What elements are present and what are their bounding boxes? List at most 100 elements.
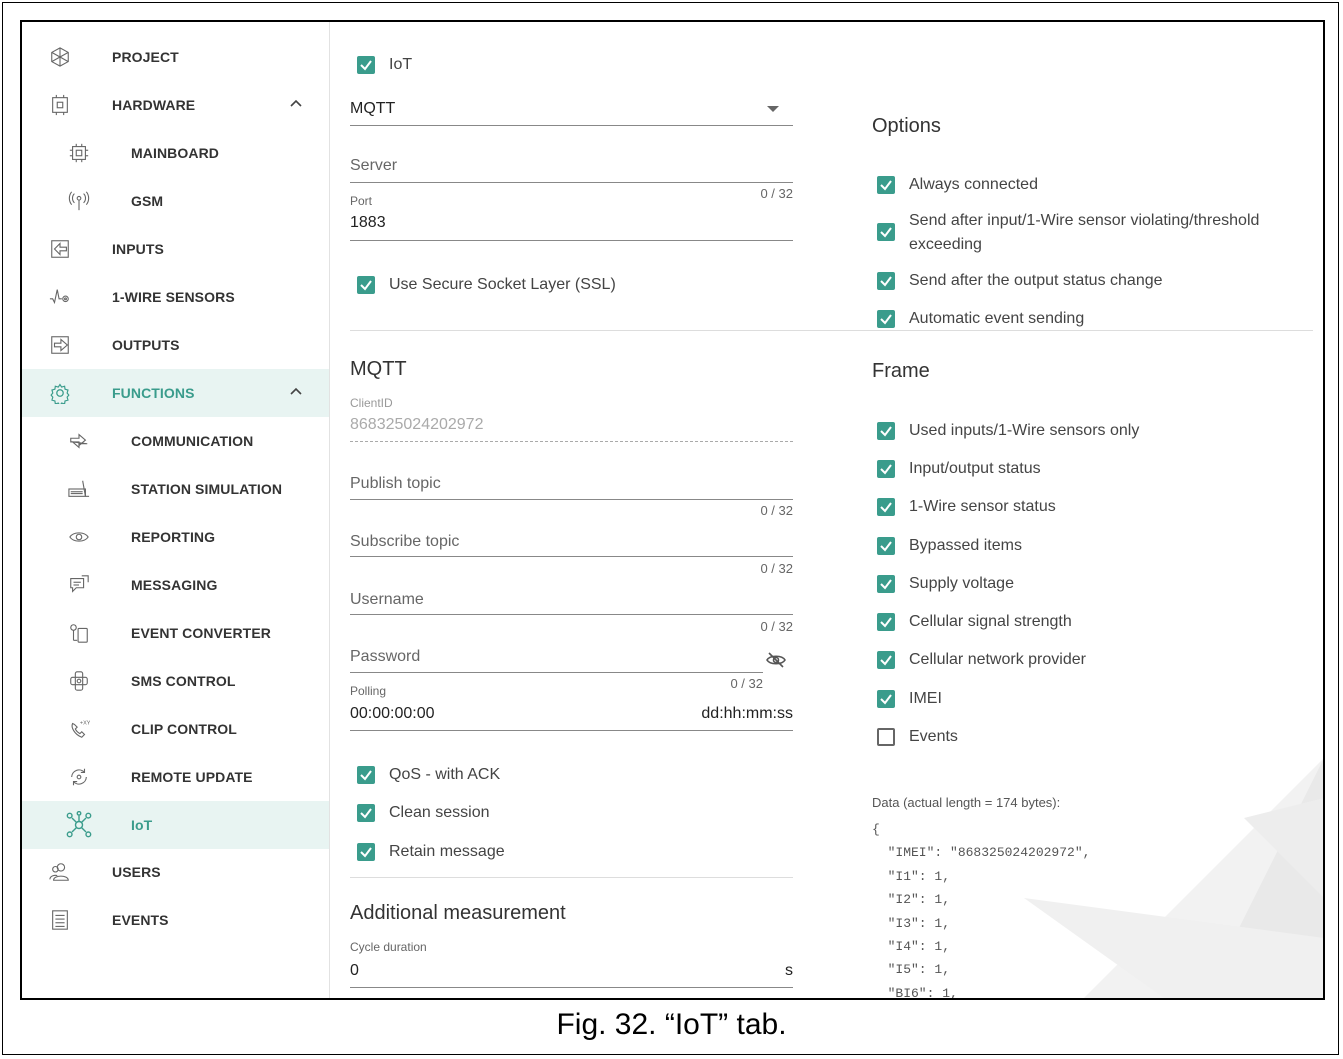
sidebar-item-clip-control[interactable]: +XYZ CLIP CONTROL (22, 705, 329, 753)
frame-label: Cellular network provider (909, 651, 1086, 668)
frame-label: IMEI (909, 690, 942, 707)
sidebar-item-label: COMMUNICATION (131, 433, 254, 449)
polling-input[interactable]: 00:00:00:00 dd:hh:mm:ss (350, 702, 793, 731)
frame-input-output-status[interactable]: Input/output status (877, 460, 1041, 481)
frame-label: Used inputs/1-Wire sensors only (909, 422, 1140, 439)
frame-label: Supply voltage (909, 575, 1014, 592)
sidebar-item-iot[interactable]: IoT (22, 801, 329, 849)
sidebar-item-station-simulation[interactable]: STATION SIMULATION (22, 465, 329, 513)
password-char-count: 0 / 32 (730, 676, 763, 691)
sidebar-item-event-converter[interactable]: EVENT CONVERTER (22, 609, 329, 657)
checkbox-checked-icon (357, 276, 375, 294)
events-icon (48, 908, 72, 932)
cycle-duration-input[interactable]: 0 s (350, 959, 793, 988)
event-converter-icon (67, 621, 91, 645)
ssl-checkbox[interactable]: Use Secure Socket Layer (SSL) (357, 276, 616, 297)
publish-char-count: 0 / 32 (760, 503, 793, 518)
frame-label: Cellular signal strength (909, 613, 1072, 630)
checkbox-unchecked-icon (877, 728, 895, 746)
sidebar-item-communication[interactable]: COMMUNICATION (22, 417, 329, 465)
data-line: "BI6": 1, (872, 985, 958, 1000)
cycle-duration-label: Cycle duration (350, 940, 427, 954)
retain-message-label: Retain message (389, 843, 505, 860)
frame-bypassed-items[interactable]: Bypassed items (877, 537, 1022, 558)
data-line: "I3": 1, (872, 915, 951, 931)
qos-checkbox[interactable]: QoS - with ACK (357, 766, 500, 787)
sidebar-item-label: REPORTING (131, 529, 216, 545)
data-length-title: Data (actual length = 174 bytes): (872, 795, 1061, 810)
sidebar-item-label: FUNCTIONS (112, 385, 195, 401)
sidebar-item-reporting[interactable]: REPORTING (22, 513, 329, 561)
option-always-connected[interactable]: Always connected (877, 176, 1317, 197)
port-value: 1883 (350, 214, 386, 231)
sidebar-item-project[interactable]: PROJECT (22, 33, 329, 81)
sidebar-item-users[interactable]: USERS (22, 848, 329, 896)
chevron-up-icon[interactable] (288, 95, 304, 111)
checkbox-checked-icon (877, 537, 895, 555)
publish-topic-input[interactable]: Publish topic (350, 472, 793, 500)
sidebar-item-messaging[interactable]: MESSAGING (22, 561, 329, 609)
chevron-up-icon[interactable] (288, 383, 304, 399)
option-send-after-output[interactable]: Send after the output status change (877, 272, 1317, 293)
server-input[interactable]: Server (350, 154, 793, 183)
frame-cellular-network-provider[interactable]: Cellular network provider (877, 651, 1086, 672)
sidebar-item-hardware[interactable]: HARDWARE (22, 81, 329, 129)
figure-caption: Fig. 32. “IoT” tab. (556, 1008, 787, 1041)
option-label: Send after input/1-Wire sensor violating… (909, 212, 1260, 253)
sidebar-item-label: INPUTS (112, 241, 164, 257)
eye-off-icon[interactable] (766, 652, 786, 668)
data-line: "IMEI": "868325024202972", (872, 845, 1091, 861)
password-label: Password (350, 648, 421, 665)
frame-imei[interactable]: IMEI (877, 690, 942, 711)
password-input[interactable]: Password (350, 645, 763, 673)
clean-session-label: Clean session (389, 804, 490, 821)
clean-session-checkbox[interactable]: Clean session (357, 804, 490, 825)
username-label: Username (350, 591, 424, 608)
sidebar-item-label: STATION SIMULATION (131, 481, 283, 497)
sidebar-item-inputs[interactable]: INPUTS (22, 225, 329, 273)
checkbox-checked-icon (877, 613, 895, 631)
sidebar-item-sms-control[interactable]: SMS CONTROL (22, 657, 329, 705)
frame-cellular-signal-strength[interactable]: Cellular signal strength (877, 613, 1072, 634)
checkbox-checked-icon (877, 422, 895, 440)
frame-supply-voltage[interactable]: Supply voltage (877, 575, 1014, 596)
sidebar-item-gsm[interactable]: GSM (22, 177, 329, 225)
cycle-duration-unit: s (785, 962, 793, 979)
main-content: IoT MQTT Server 0 / 32 Port 1883 Use Sec… (330, 22, 1323, 1000)
sidebar-item-events[interactable]: EVENTS (22, 896, 329, 944)
subscribe-topic-input[interactable]: Subscribe topic (350, 530, 793, 557)
sidebar-item-functions[interactable]: FUNCTIONS (22, 369, 329, 417)
sidebar-item-label: EVENT CONVERTER (131, 625, 271, 641)
clip-control-icon: +XYZ (67, 717, 91, 741)
username-input[interactable]: Username (350, 588, 793, 615)
sidebar-item-outputs[interactable]: OUTPUTS (22, 321, 329, 369)
sidebar-item-remote-update[interactable]: REMOTE UPDATE (22, 753, 329, 801)
options-heading: Options (872, 115, 941, 137)
checkbox-checked-icon (357, 843, 375, 861)
sidebar-item-1-wire-sensors[interactable]: 1-WIRE SENSORS (22, 273, 329, 321)
checkbox-checked-icon (877, 310, 895, 328)
frame-label: Bypassed items (909, 537, 1022, 554)
checkbox-checked-icon (357, 766, 375, 784)
sidebar-item-label: CLIP CONTROL (131, 721, 237, 737)
option-send-after-input[interactable]: Send after input/1-Wire sensor violating… (877, 212, 1307, 257)
iot-checkbox[interactable]: IoT (357, 56, 412, 77)
checkbox-checked-icon (877, 690, 895, 708)
iot-label: IoT (389, 56, 413, 73)
polling-label: Polling (350, 684, 387, 698)
data-line: "I4": 1, (872, 939, 951, 955)
sidebar-item-mainboard[interactable]: MAINBOARD (22, 129, 329, 177)
port-input[interactable]: 1883 (350, 212, 793, 241)
data-preview: { "IMEI": "868325024202972", "I1": 1, "I… (872, 818, 1091, 1000)
protocol-select[interactable]: MQTT (350, 98, 793, 126)
section-divider (350, 877, 793, 878)
frame-events[interactable]: Events (877, 728, 958, 749)
outputs-icon (48, 333, 72, 357)
option-automatic-event-sending[interactable]: Automatic event sending (877, 310, 1317, 331)
frame-used-inputs[interactable]: Used inputs/1-Wire sensors only (877, 422, 1139, 443)
retain-message-checkbox[interactable]: Retain message (357, 843, 505, 864)
gsm-antenna-icon (67, 189, 91, 213)
sidebar-item-label: OUTPUTS (112, 337, 180, 353)
frame-label: Events (909, 728, 958, 745)
frame-1-wire-sensor-status[interactable]: 1-Wire sensor status (877, 498, 1056, 519)
